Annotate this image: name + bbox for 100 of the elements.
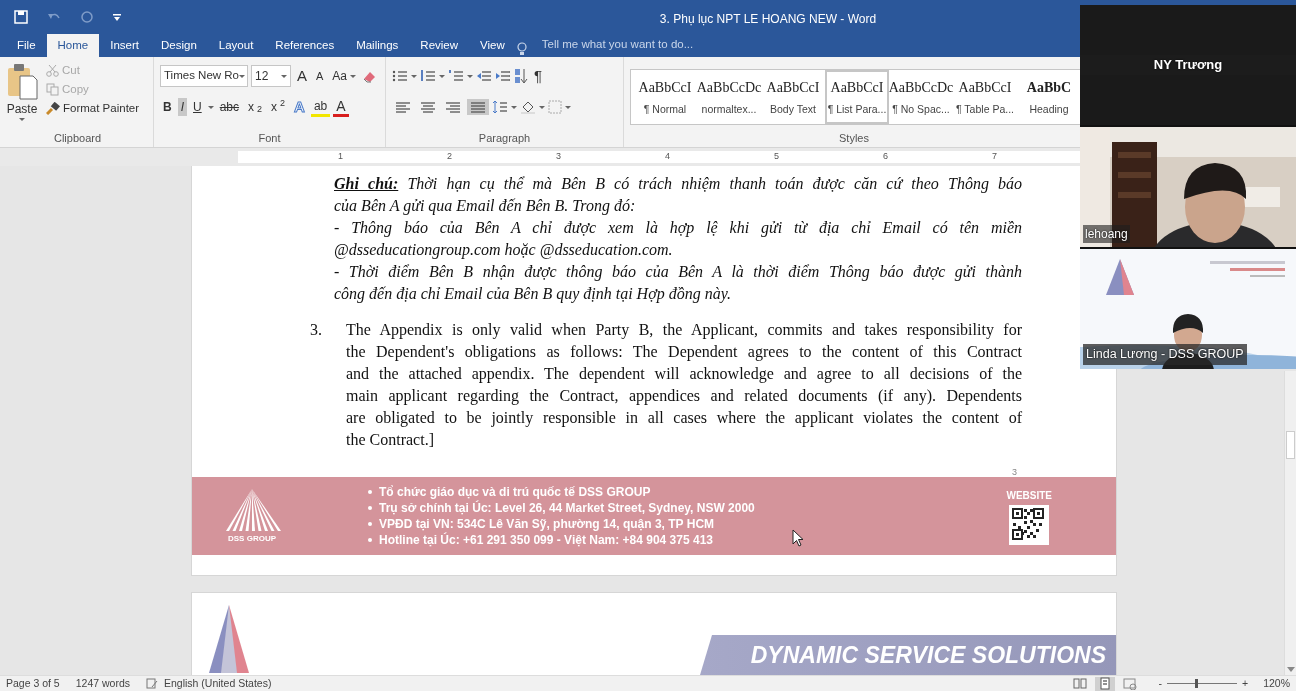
website-label: WEBSITE <box>1006 488 1052 503</box>
logo-text: DSS GROUP <box>228 533 276 545</box>
shrink-font-button[interactable]: A <box>313 67 327 85</box>
format-button[interactable]: x$_{2}$ <box>245 98 266 116</box>
style-item[interactable]: AaBbCcI ¶ Table Pa... <box>953 70 1017 124</box>
align-icon <box>470 100 486 114</box>
web-layout-icon <box>1122 677 1137 690</box>
style-item[interactable]: AaBbCcI ¶ Normal <box>633 70 697 124</box>
ribbon-tab[interactable]: File <box>6 34 47 57</box>
format-button[interactable]: U <box>190 98 205 116</box>
caret-icon <box>19 118 25 121</box>
format-button[interactable]: abc <box>216 98 243 116</box>
style-item[interactable]: AaBbCcDc normaltex... <box>697 70 761 124</box>
banner-text: DYNAMIC SERVICE SOLUTIONS <box>750 640 1106 670</box>
caret-icon <box>511 105 517 109</box>
caret-icon <box>207 105 214 109</box>
scrollbar[interactable] <box>1284 371 1296 675</box>
qr-code-icon <box>1009 504 1050 545</box>
style-item[interactable]: AaBbCcI ¶ List Para... <box>825 70 889 124</box>
align-button[interactable] <box>467 99 489 115</box>
note-paragraph: - Thông báo của Bên A chỉ được xem là hợp lệ khi gửi từ địa chỉ Email có tên miền @dsseducationgroup.com hoặc @dsseducation.com. <box>334 218 1022 261</box>
save-icon[interactable] <box>14 10 28 24</box>
footer-text: VPĐD tại VN: 534C Lê Văn Sỹ, phường 14, quận 3, TP HCM <box>379 516 715 532</box>
slider-thumb[interactable] <box>1195 679 1198 688</box>
view-button[interactable] <box>1094 676 1115 691</box>
page-count[interactable]: Page 3 of 5 <box>6 675 60 691</box>
grow-font-button[interactable]: A <box>294 67 310 85</box>
page-number: 3 <box>1012 467 1018 477</box>
ribbon-tab[interactable]: Home <box>46 34 100 57</box>
font-size-dropdown[interactable]: 12 <box>251 65 291 87</box>
zoom-out-button[interactable]: - <box>1158 675 1162 691</box>
ribbon-tab[interactable]: View <box>469 34 516 57</box>
scroll-down-icon[interactable] <box>1286 667 1295 672</box>
copy-icon <box>46 82 59 96</box>
caret-icon <box>411 74 417 78</box>
brush-icon <box>46 101 60 115</box>
style-item[interactable]: AaBbCcDc ¶ No Spac... <box>889 70 953 124</box>
highlight-button[interactable]: ab <box>310 97 331 117</box>
note-paragraph: Ghi chú: Thời hạn cụ thể mà Bên B có trách nhiệm thanh toán được căn cứ theo Thông báo của Bên A gửi qua Email đến Bên B. Trong đó: <box>334 174 1022 217</box>
scissors-icon <box>46 63 59 77</box>
paste-button[interactable]: Paste <box>4 62 40 130</box>
align-icon <box>420 100 436 114</box>
group-label: Font <box>258 131 281 146</box>
footer-text: Hotline tại Úc: +61 291 350 099 - Việt Nam: +84 904 375 413 <box>379 532 713 548</box>
bullet-icon <box>368 490 372 494</box>
note-paragraph: - Thời điểm Bên B nhận được thông báo của Bên A là thời điểm Thông báo được gửi thành công đến địa chỉ Email của Bên B quy định tại Hợp đồng này. <box>334 262 1022 305</box>
footer-text: Trụ sở chính tại Úc: Level 26, 44 Market Street, Sydney, NSW 2000 <box>379 500 755 516</box>
align-icon <box>445 100 461 114</box>
language-label[interactable]: English (United States) <box>164 675 272 691</box>
shading-icon[interactable] <box>520 100 536 114</box>
eraser-icon[interactable] <box>362 69 377 83</box>
scroll-thumb[interactable] <box>1286 431 1295 459</box>
group-label: Styles <box>839 131 869 146</box>
ribbon-tab[interactable]: Insert <box>99 34 150 57</box>
style-item[interactable]: AaBbCcI Body Text <box>761 70 825 124</box>
font-family-dropdown[interactable]: Times New Ro <box>160 65 248 87</box>
multilevel-list-icon[interactable] <box>448 69 464 83</box>
style-item[interactable]: AaBbC Heading <box>1017 70 1080 124</box>
cursor-icon <box>792 529 804 547</box>
participant-name: Linda Lương - DSS GROUP <box>1083 344 1247 365</box>
tell-me-field[interactable]: Tell me what you want to do... <box>533 32 864 57</box>
increase-indent-icon[interactable] <box>495 69 511 83</box>
clipboard-icon <box>6 62 38 100</box>
format-painter-button[interactable]: Format Painter <box>44 100 142 116</box>
ribbon-tab[interactable]: Review <box>409 34 470 57</box>
line-spacing-icon[interactable] <box>492 100 508 114</box>
ribbon-tab[interactable]: References <box>264 34 346 57</box>
caret-icon <box>350 74 357 78</box>
customize-icon[interactable] <box>112 12 122 22</box>
group-label: Paragraph <box>478 131 531 146</box>
align-icon <box>395 100 411 114</box>
bullet-icon <box>368 506 372 510</box>
ribbon-tab[interactable]: Layout <box>207 34 265 57</box>
ruler: 1 2 3 4 5 6 7 <box>238 151 1081 163</box>
group-label: Clipboard <box>53 131 102 146</box>
font-color-button[interactable]: A <box>333 97 349 117</box>
caret-icon <box>539 105 545 109</box>
ribbon-tab[interactable]: Mailings <box>345 34 410 57</box>
print-layout-icon <box>1097 677 1112 690</box>
format-button[interactable]: I <box>177 98 187 116</box>
numbering-icon[interactable] <box>420 69 436 83</box>
proofing-icon[interactable] <box>146 678 158 689</box>
zoom-in-button[interactable]: + <box>1242 675 1249 691</box>
sort-icon[interactable] <box>514 68 528 84</box>
caret-icon <box>565 105 571 109</box>
decrease-indent-icon[interactable] <box>476 69 492 83</box>
footer-text: Tổ chức giáo dục và di trú quốc tế DSS GROUP <box>379 484 651 500</box>
change-case-button[interactable]: Aa <box>329 67 360 85</box>
format-button[interactable]: x$^{2}$ <box>268 98 289 116</box>
appendix-paragraph: The Appendix is only valid when Party B, the Applicant, commits and takes responsibility for the Dependent's obligations as follows: The Dependent agrees to the content of this Contract and the attached appendix. The dependent will acknowledge and agree to all decisions of the main applicant regarding the Contract, appendices and related documents (if any). Dependents are obligated to be jointly responsible in all cases where the applicant violates the content of the Contract.] <box>346 320 1022 450</box>
lightbulb-icon <box>515 42 528 57</box>
caret-icon <box>281 74 287 78</box>
format-button[interactable]: B <box>160 98 175 116</box>
zoom-level[interactable]: 120% <box>1263 675 1290 691</box>
word-count[interactable]: 1247 words <box>75 675 130 691</box>
caret-icon <box>439 74 445 78</box>
ribbon-tab[interactable]: Design <box>150 34 208 57</box>
show-marks-button[interactable]: ¶ <box>531 67 546 85</box>
bullets-icon[interactable] <box>392 69 408 83</box>
bullet-icon <box>368 522 372 526</box>
